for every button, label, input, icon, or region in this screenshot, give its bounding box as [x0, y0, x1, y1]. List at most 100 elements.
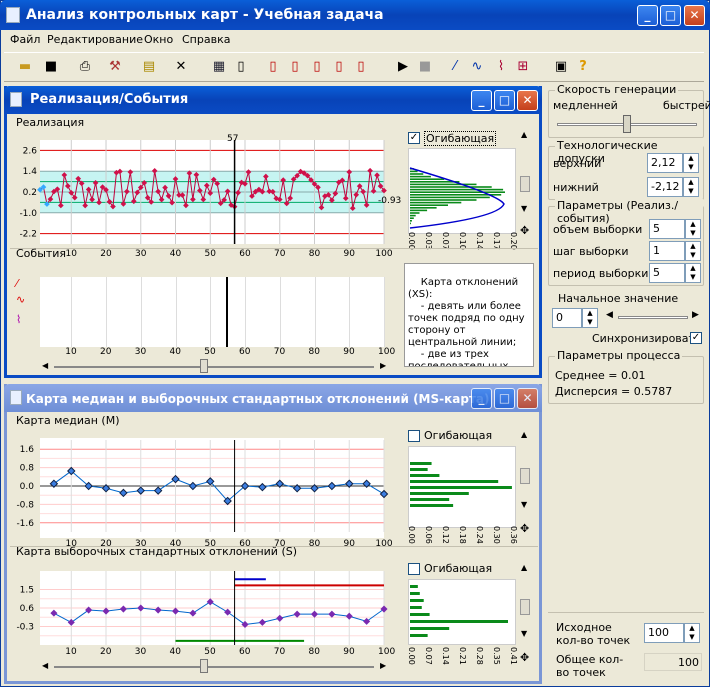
table-icon[interactable]: ▦	[208, 56, 230, 78]
sync-checkbox[interactable]: ✓	[690, 332, 702, 344]
camera-icon[interactable]: ▣	[550, 56, 572, 78]
std-vscroll[interactable]: ▲ ▼ ✥	[520, 563, 532, 673]
upper-spin[interactable]: ▲ ▼	[683, 153, 699, 173]
sample-size-input[interactable]: 5	[649, 219, 685, 239]
y-tick-label: 0.8	[20, 464, 35, 474]
scroll-thumb[interactable]	[520, 468, 530, 484]
menu-help[interactable]: Справка	[182, 33, 230, 46]
y-tick-label: 1.5	[20, 586, 34, 596]
move-icon[interactable]: ✥	[520, 224, 529, 237]
events-vgrid	[140, 277, 142, 347]
menu-window[interactable]: Окно	[144, 33, 173, 46]
scroll-down-icon[interactable]: ▼	[521, 629, 527, 638]
envelope-checkbox-2[interactable]	[408, 430, 420, 442]
initial-count-spin[interactable]: ▲ ▼	[684, 623, 700, 643]
win2-minimize-button[interactable]: _	[471, 388, 492, 409]
std-point	[102, 607, 110, 615]
help-icon[interactable]: ?	[572, 56, 594, 78]
lower-input[interactable]: -2,12	[647, 177, 683, 197]
scroll-up-icon[interactable]: ▲	[521, 430, 527, 439]
hist-bar	[410, 212, 420, 214]
realization-title: Реализация/События	[30, 92, 189, 107]
ms-titlebar[interactable]: Карта медиан и выборочных стандартных от…	[4, 384, 542, 412]
init-right-arrow[interactable]: ▶	[692, 310, 699, 320]
close-x-icon[interactable]: ✕	[170, 56, 192, 78]
std-scroll-right[interactable]: ▶	[380, 661, 386, 670]
events-scroll-right[interactable]: ▶	[380, 361, 386, 370]
step-spin[interactable]: ▲ ▼	[685, 241, 701, 261]
menu-file[interactable]: Файл	[10, 33, 40, 46]
maximize-button[interactable]: □	[660, 5, 681, 26]
events-hscroll-thumb[interactable]	[200, 359, 208, 373]
median-panel: Карта медиан (M) 1.6 0.8 0.0 -0.8 -1.6 10 20 30…	[10, 414, 538, 549]
win1-minimize-button[interactable]: _	[471, 90, 492, 111]
main-titlebar[interactable]: Анализ контрольных карт - Учебная задача…	[0, 0, 710, 30]
trend-icon[interactable]: ⌇	[490, 56, 512, 78]
std-hscroll-track[interactable]	[54, 666, 374, 668]
x-tick-label: 10	[65, 647, 77, 657]
close-button[interactable]: ✕	[684, 5, 705, 26]
events-hscroll-track[interactable]	[54, 366, 374, 368]
initial-count-input[interactable]: 100	[644, 623, 684, 643]
envelope-checkbox-1[interactable]: ✓	[408, 132, 420, 144]
hist-tick-label: 0.28	[475, 647, 484, 665]
realization-vscroll[interactable]: ▲ ▼ ✥	[520, 130, 532, 242]
doc4-icon[interactable]: ▯	[306, 56, 328, 78]
step-input[interactable]: 1	[649, 241, 685, 261]
hist-tick-label: 0.30	[492, 526, 501, 544]
init-slider-track[interactable]	[618, 316, 688, 319]
speed-slider-thumb[interactable]	[623, 115, 631, 133]
play-icon[interactable]: ▶	[392, 56, 414, 78]
events-vgrid	[279, 277, 281, 347]
init-input[interactable]: 0	[552, 308, 582, 328]
win1-close-button[interactable]: ✕	[517, 90, 538, 111]
variance-text: Дисперсия = 0.5787	[555, 385, 673, 398]
doc5-icon[interactable]: ▯	[328, 56, 350, 78]
median-vscroll[interactable]: ▲ ▼ ✥	[520, 430, 532, 540]
save-icon[interactable]: ■	[40, 56, 62, 78]
move-icon[interactable]: ✥	[520, 522, 529, 535]
hist-bar	[410, 613, 430, 616]
doc2-icon[interactable]: ▯	[262, 56, 284, 78]
lower-spin[interactable]: ▲ ▼	[683, 177, 699, 197]
hist-bar	[410, 585, 418, 588]
doc-icon[interactable]: ▯	[230, 56, 252, 78]
envelope-checkbox-3[interactable]	[408, 563, 420, 575]
total-count-label: Общее кол-во точек	[556, 653, 624, 679]
period-input[interactable]: 5	[649, 263, 685, 283]
upper-input[interactable]: 2,12	[647, 153, 683, 173]
events-scroll-left[interactable]: ◀	[42, 361, 48, 370]
wave-icon[interactable]: ∿	[466, 56, 488, 78]
scroll-thumb[interactable]	[520, 599, 530, 615]
win2-close-button[interactable]: ✕	[517, 388, 538, 409]
scroll-up-icon[interactable]: ▲	[521, 130, 527, 139]
init-spin[interactable]: ▲ ▼	[582, 308, 598, 328]
scroll-down-icon[interactable]: ▼	[521, 500, 527, 509]
envelope-label-2: Огибающая	[424, 429, 493, 442]
new-window-icon[interactable]: ▤	[138, 56, 160, 78]
open-folder-icon[interactable]: ▬	[14, 56, 36, 78]
sample-size-spin[interactable]: ▲ ▼	[685, 219, 701, 239]
period-spin[interactable]: ▲ ▼	[685, 263, 701, 283]
print-icon[interactable]: ⎙	[74, 56, 96, 78]
std-scroll-left[interactable]: ◀	[42, 661, 48, 670]
scroll-down-icon[interactable]: ▼	[521, 204, 527, 213]
stop-icon[interactable]: ■	[414, 56, 436, 78]
line-icon[interactable]: ⁄	[444, 56, 466, 78]
menu-edit[interactable]: Редактирование	[47, 33, 143, 46]
scroll-thumb[interactable]	[520, 176, 530, 192]
std-hscroll-thumb[interactable]	[200, 659, 208, 673]
minimize-button[interactable]: _	[637, 5, 658, 26]
init-left-arrow[interactable]: ◀	[606, 310, 613, 320]
chart-icon[interactable]: ⊞	[512, 56, 534, 78]
win1-maximize-button[interactable]: □	[494, 90, 515, 111]
hist-bar	[410, 222, 411, 225]
move-icon[interactable]: ✥	[520, 651, 529, 664]
scroll-up-icon[interactable]: ▲	[521, 563, 527, 572]
win2-maximize-button[interactable]: □	[494, 388, 515, 409]
doc3-icon[interactable]: ▯	[284, 56, 306, 78]
realization-titlebar[interactable]: Реализация/События _ □ ✕	[4, 86, 542, 114]
doc6-icon[interactable]: ▯	[350, 56, 372, 78]
settings-icon[interactable]: ⚒	[104, 56, 126, 78]
hist-bar	[410, 207, 437, 209]
